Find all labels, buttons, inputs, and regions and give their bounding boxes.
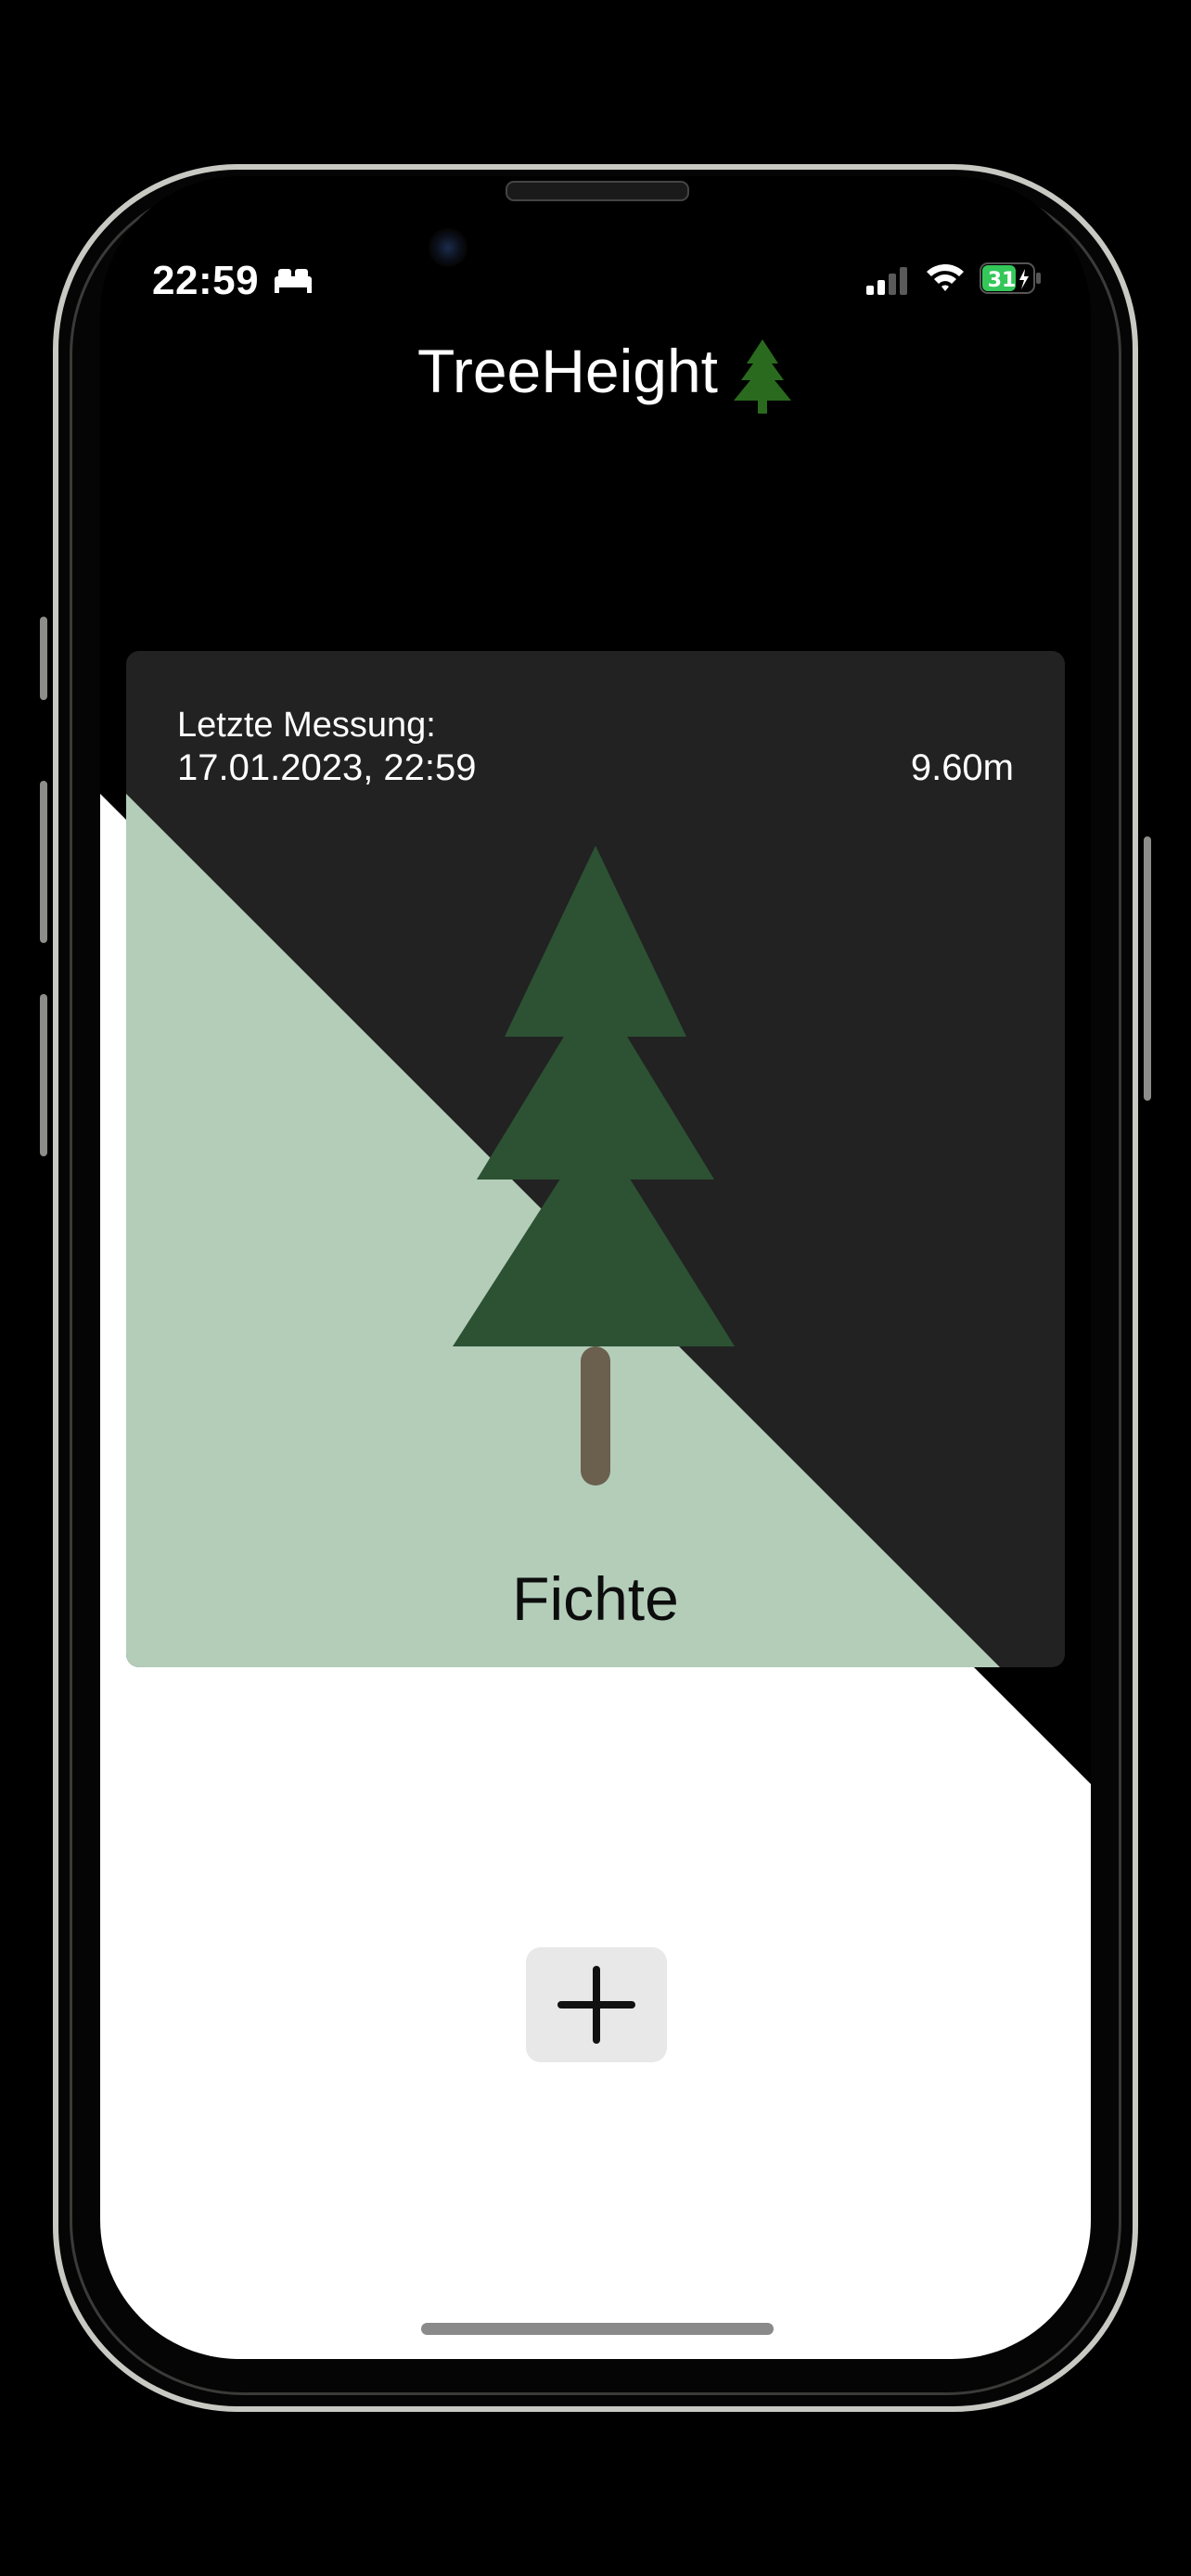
- tree-icon: [734, 339, 791, 414]
- earpiece-speaker: [506, 181, 689, 201]
- device-mockup: 22:59 31 TreeHeight Letzte Messung: 17.0…: [0, 0, 1191, 2576]
- app-screen: 22:59 31 TreeHeight Letzte Messung: 17.0…: [100, 176, 1091, 2359]
- home-indicator[interactable]: [421, 2323, 774, 2335]
- bed-icon: [275, 269, 312, 293]
- measurement-height: 9.60m: [910, 747, 1014, 788]
- front-camera: [429, 228, 467, 267]
- power-button: [1144, 836, 1151, 1101]
- volume-up-button: [40, 781, 47, 943]
- spruce-tree-illustration: [453, 846, 735, 1486]
- measurement-date: 17.01.2023, 22:59: [177, 747, 477, 788]
- tree-species: Fichte: [512, 1564, 679, 1633]
- cellular-signal-icon: [866, 267, 907, 295]
- battery-level: 31: [988, 269, 1017, 292]
- battery-icon: 31: [980, 262, 1041, 294]
- wifi-icon: [927, 264, 964, 291]
- last-measurement-label: Letzte Messung:: [177, 706, 436, 745]
- add-measurement-button[interactable]: [526, 1947, 667, 2062]
- last-measurement-card[interactable]: Letzte Messung: 17.01.2023, 22:59 9.60m …: [126, 651, 1065, 1667]
- status-time: 22:59: [152, 258, 260, 303]
- plus-icon: [557, 1966, 635, 2044]
- ring-switch: [40, 617, 47, 700]
- volume-down-button: [40, 994, 47, 1156]
- app-title: TreeHeight: [416, 337, 719, 405]
